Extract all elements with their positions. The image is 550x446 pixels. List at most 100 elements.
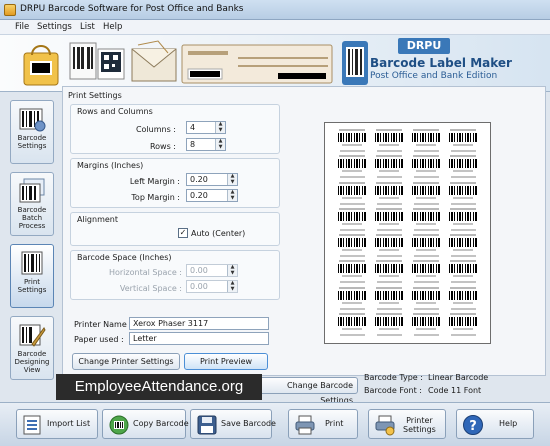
envelope-icon xyxy=(131,40,177,82)
stepper-arrows[interactable]: ▲ ▼ xyxy=(215,122,225,133)
print-preview-sheet xyxy=(324,122,491,344)
copy-barcode-button[interactable]: Copy Barcode xyxy=(102,409,189,439)
preview-label xyxy=(448,155,480,181)
top-margin-stepper[interactable]: 0.20 ▲ ▼ xyxy=(186,189,238,202)
header-banner: DRPU Barcode Label Maker Post Office and… xyxy=(0,35,550,92)
panel-title: Print Settings xyxy=(68,91,122,100)
barcode-font-label: Barcode Font : xyxy=(364,386,422,395)
barcode-settings-icon xyxy=(19,108,46,132)
preview-label xyxy=(411,260,443,286)
import-list-button[interactable]: Import List xyxy=(16,409,98,439)
printer-name-field: Xerox Phaser 3117 xyxy=(129,317,269,330)
button-label: Print xyxy=(325,419,344,428)
horizontal-space-value: 0.00 xyxy=(190,266,208,275)
auto-center-checkbox[interactable]: ✓ xyxy=(178,228,188,238)
preview-label xyxy=(337,234,369,260)
stepper-arrows[interactable]: ▲ ▼ xyxy=(227,265,237,276)
print-button[interactable]: Print xyxy=(288,409,358,439)
stepper-arrows[interactable]: ▲ ▼ xyxy=(215,139,225,150)
sidebar-item-batch-process[interactable]: Barcode Batch Process xyxy=(10,172,54,236)
group-title: Rows and Columns xyxy=(77,107,153,116)
rows-label: Rows : xyxy=(149,142,176,151)
preview-label xyxy=(448,181,480,208)
product-title: Barcode Label Maker xyxy=(370,56,512,70)
top-margin-value: 0.20 xyxy=(190,191,208,200)
save-barcode-button[interactable]: Save Barcode xyxy=(190,409,276,439)
columns-stepper[interactable]: 4 ▲ ▼ xyxy=(186,121,226,134)
preview-label xyxy=(448,286,480,313)
preview-label xyxy=(411,313,443,339)
preview-label xyxy=(337,286,369,313)
vertical-space-stepper[interactable]: 0.00 ▲ ▼ xyxy=(186,280,238,293)
stepper-arrows[interactable]: ▲ ▼ xyxy=(227,190,237,201)
columns-label: Columns : xyxy=(135,125,176,134)
auto-center-label: Auto (Center) xyxy=(191,229,246,238)
preview-label xyxy=(411,129,443,155)
save-floppy-icon xyxy=(197,415,217,435)
menu-settings[interactable]: Settings xyxy=(37,22,72,32)
left-margin-value: 0.20 xyxy=(190,175,208,184)
sidebar-item-label: Barcode Batch Process xyxy=(17,206,47,230)
group-title: Barcode Space (Inches) xyxy=(77,253,172,262)
left-margin-stepper[interactable]: 0.20 ▲ ▼ xyxy=(186,173,238,186)
preview-label xyxy=(374,155,406,181)
preview-label xyxy=(374,286,406,313)
button-label-line2: Settings xyxy=(403,425,436,434)
title-bar: DRPU Barcode Software for Post Office an… xyxy=(0,0,550,20)
button-label: Copy Barcode xyxy=(133,419,189,428)
paper-used-field: Letter xyxy=(129,332,269,345)
printer-settings-button[interactable]: Printer Settings xyxy=(368,409,446,439)
preview-label xyxy=(374,313,406,339)
rows-stepper[interactable]: 8 ▲ ▼ xyxy=(186,138,226,151)
import-list-icon xyxy=(23,415,41,435)
barcode-font-value: Code 11 Font xyxy=(428,386,482,395)
window-title: DRPU Barcode Software for Post Office an… xyxy=(20,4,244,14)
stepper-arrows[interactable]: ▲ ▼ xyxy=(227,281,237,292)
button-label: Help xyxy=(499,419,518,428)
app-icon xyxy=(4,4,16,16)
menu-file[interactable]: File xyxy=(15,22,29,32)
preview-label xyxy=(337,260,369,286)
preview-label xyxy=(374,207,406,234)
preview-label xyxy=(337,155,369,181)
preview-label xyxy=(411,155,443,181)
barcode-type-value: Linear Barcode xyxy=(428,373,489,382)
horizontal-space-stepper[interactable]: 0.00 ▲ ▼ xyxy=(186,264,238,277)
stepper-arrows[interactable]: ▲ ▼ xyxy=(227,174,237,185)
change-printer-settings-button[interactable]: Change Printer Settings xyxy=(72,353,180,370)
preview-label xyxy=(448,129,480,155)
alignment-group: Alignment xyxy=(70,212,280,246)
printer-icon xyxy=(295,415,315,435)
print-preview-button[interactable]: Print Preview xyxy=(184,353,268,370)
preview-label xyxy=(374,234,406,260)
preview-label xyxy=(374,129,406,155)
bank-cheque-icon xyxy=(181,44,333,84)
sidebar-item-barcode-settings[interactable]: Barcode Settings xyxy=(10,100,54,164)
change-barcode-settings-button[interactable]: Change Barcode Settings xyxy=(258,377,358,405)
preview-label xyxy=(374,181,406,208)
product-edition: Post Office and Bank Edition xyxy=(370,71,498,81)
svg-text:?: ? xyxy=(469,419,477,434)
menu-list[interactable]: List xyxy=(80,22,95,32)
preview-label xyxy=(448,260,480,286)
preview-label xyxy=(448,313,480,339)
preview-label xyxy=(337,313,369,339)
columns-value: 4 xyxy=(190,123,196,132)
sidebar-item-designing-view[interactable]: Barcode Designing View xyxy=(10,316,54,380)
group-title: Margins (Inches) xyxy=(77,161,144,170)
preview-label xyxy=(448,207,480,234)
menu-bar: File Settings List Help xyxy=(0,20,550,35)
preview-label xyxy=(374,260,406,286)
printer-settings-icon xyxy=(375,415,395,436)
help-icon: ? xyxy=(463,415,483,435)
menu-help[interactable]: Help xyxy=(103,22,122,32)
shopping-bag-icon xyxy=(23,45,59,86)
designing-view-icon xyxy=(19,324,46,347)
preview-label xyxy=(337,207,369,234)
help-button[interactable]: ? Help xyxy=(456,409,534,439)
sidebar: Barcode Settings Barcode Batch Process P… xyxy=(4,96,59,386)
vertical-space-label: Vertical Space : xyxy=(119,284,182,293)
sidebar-item-label: Barcode Designing View xyxy=(14,350,50,374)
button-label-line1: Printer xyxy=(406,416,433,425)
sidebar-item-print-settings[interactable]: Print Settings xyxy=(10,244,54,308)
